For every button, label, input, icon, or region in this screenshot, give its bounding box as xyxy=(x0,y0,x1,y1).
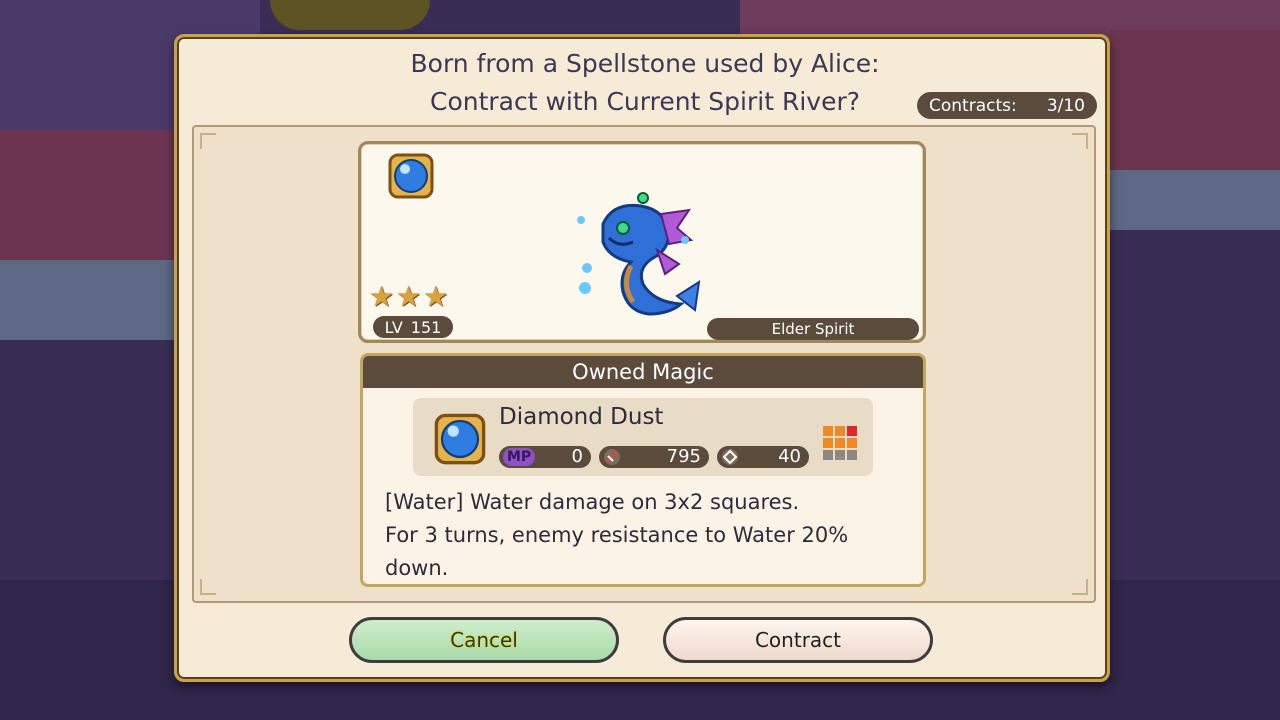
owned-magic-card: Owned Magic Diamond Dust MP 0 795 40 [Wa… xyxy=(360,353,926,587)
inner-panel: ★ ★ ★ LV 151 Elder Spirit Owned Magic Di… xyxy=(192,125,1096,603)
sword-icon xyxy=(604,449,620,465)
spirit-river-sprite xyxy=(577,192,701,316)
level-label: LV xyxy=(384,317,403,337)
level-badge: LV 151 xyxy=(373,316,453,338)
description-line: [Water] Water damage on 3x2 squares. xyxy=(385,490,800,514)
description-line: For 3 turns, enemy resistance to Water 2… xyxy=(385,523,849,547)
star-icon: ★ xyxy=(369,280,395,313)
corner-ornament xyxy=(200,579,216,595)
magic-entry: Diamond Dust MP 0 795 40 xyxy=(413,398,873,476)
spirit-card: ★ ★ ★ LV 151 Elder Spirit xyxy=(358,141,926,343)
mp-cost-stat: MP 0 xyxy=(499,446,591,468)
contracts-counter: Contracts: 3/10 xyxy=(917,92,1097,119)
corner-ornament xyxy=(1072,133,1088,149)
crosshair-icon xyxy=(722,449,738,465)
level-value: 151 xyxy=(410,317,442,337)
power-stat: 795 xyxy=(599,446,709,468)
range-value: 40 xyxy=(778,446,801,467)
contracts-value: 3/10 xyxy=(1046,95,1085,116)
star-icon: ★ xyxy=(396,280,422,313)
magic-description: [Water] Water damage on 3x2 squares. For… xyxy=(385,486,905,584)
description-line: down. xyxy=(385,556,449,580)
cancel-button[interactable]: Cancel xyxy=(349,617,619,663)
contract-dialog: Born from a Spellstone used by Alice: Co… xyxy=(174,34,1110,682)
water-orb-icon xyxy=(388,153,434,199)
magic-name: Diamond Dust xyxy=(499,404,664,430)
water-orb-icon xyxy=(434,413,486,465)
area-grid-icon xyxy=(823,426,857,460)
owned-magic-header: Owned Magic xyxy=(363,356,923,388)
dialog-title-line1: Born from a Spellstone used by Alice: xyxy=(410,49,880,78)
range-stat: 40 xyxy=(717,446,809,468)
star-rating: ★ ★ ★ xyxy=(369,280,449,313)
contracts-label: Contracts: xyxy=(929,95,1017,116)
corner-ornament xyxy=(200,133,216,149)
spirit-rank-badge: Elder Spirit xyxy=(707,318,919,340)
mp-label: MP xyxy=(503,448,536,466)
contract-button[interactable]: Contract xyxy=(663,617,933,663)
mp-value: 0 xyxy=(571,446,583,467)
corner-ornament xyxy=(1072,579,1088,595)
star-icon: ★ xyxy=(423,280,449,313)
power-value: 795 xyxy=(666,446,701,467)
